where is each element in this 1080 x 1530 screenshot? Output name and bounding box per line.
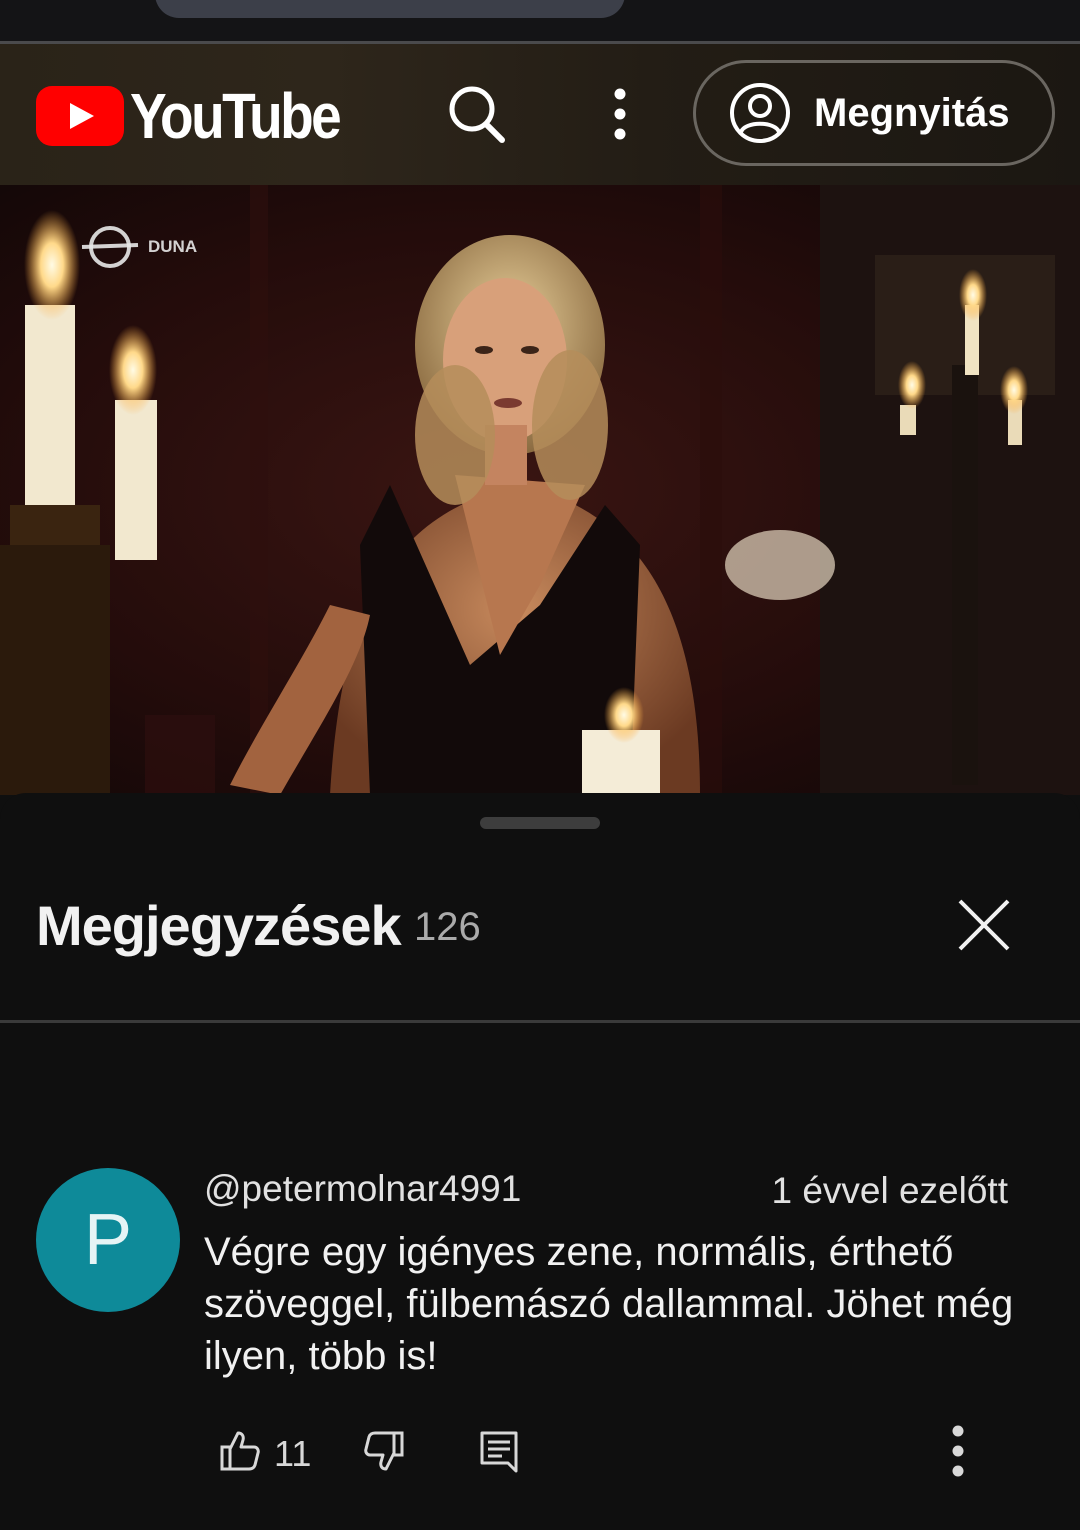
more-vert-icon[interactable] bbox=[604, 84, 636, 144]
sheet-divider bbox=[0, 1020, 1080, 1023]
video-player[interactable]: DUNA bbox=[0, 185, 1080, 795]
video-frame bbox=[0, 185, 1080, 795]
like-count: 11 bbox=[274, 1433, 312, 1474]
browser-address-pill[interactable] bbox=[155, 0, 625, 18]
more-vert-icon[interactable] bbox=[940, 1421, 976, 1481]
reply-icon[interactable] bbox=[476, 1427, 524, 1475]
open-app-label: Megnyitás bbox=[814, 90, 1010, 135]
youtube-logo[interactable]: YouTube bbox=[36, 84, 373, 148]
youtube-play-icon bbox=[36, 86, 124, 146]
comments-title: Megjegyzések bbox=[36, 894, 402, 957]
comments-sheet: Megjegyzések 126 P @petermolnar4991 1 év… bbox=[0, 793, 1080, 1530]
drag-handle[interactable] bbox=[480, 817, 600, 829]
browser-top-bar bbox=[0, 0, 1080, 42]
open-app-button[interactable]: Megnyitás bbox=[693, 60, 1055, 166]
youtube-wordmark: YouTube bbox=[130, 80, 342, 152]
account-icon bbox=[730, 83, 790, 143]
search-icon[interactable] bbox=[444, 82, 508, 146]
avatar-initial: P bbox=[83, 1200, 133, 1280]
youtube-header: YouTube Megnyitás bbox=[0, 44, 1080, 185]
avatar[interactable]: P bbox=[36, 1168, 180, 1312]
thumbs-up-icon[interactable] bbox=[216, 1427, 264, 1475]
comment-author[interactable]: @petermolnar4991 bbox=[204, 1168, 521, 1210]
close-icon[interactable] bbox=[944, 885, 1024, 965]
comments-count: 126 bbox=[414, 905, 481, 949]
thumbs-down-icon[interactable] bbox=[360, 1427, 408, 1475]
channel-watermark: DUNA bbox=[148, 237, 198, 256]
comment-text: Végre egy igényes zene, normális, érthet… bbox=[204, 1230, 1014, 1378]
comment-time: 1 évvel ezelőtt bbox=[771, 1170, 1008, 1211]
